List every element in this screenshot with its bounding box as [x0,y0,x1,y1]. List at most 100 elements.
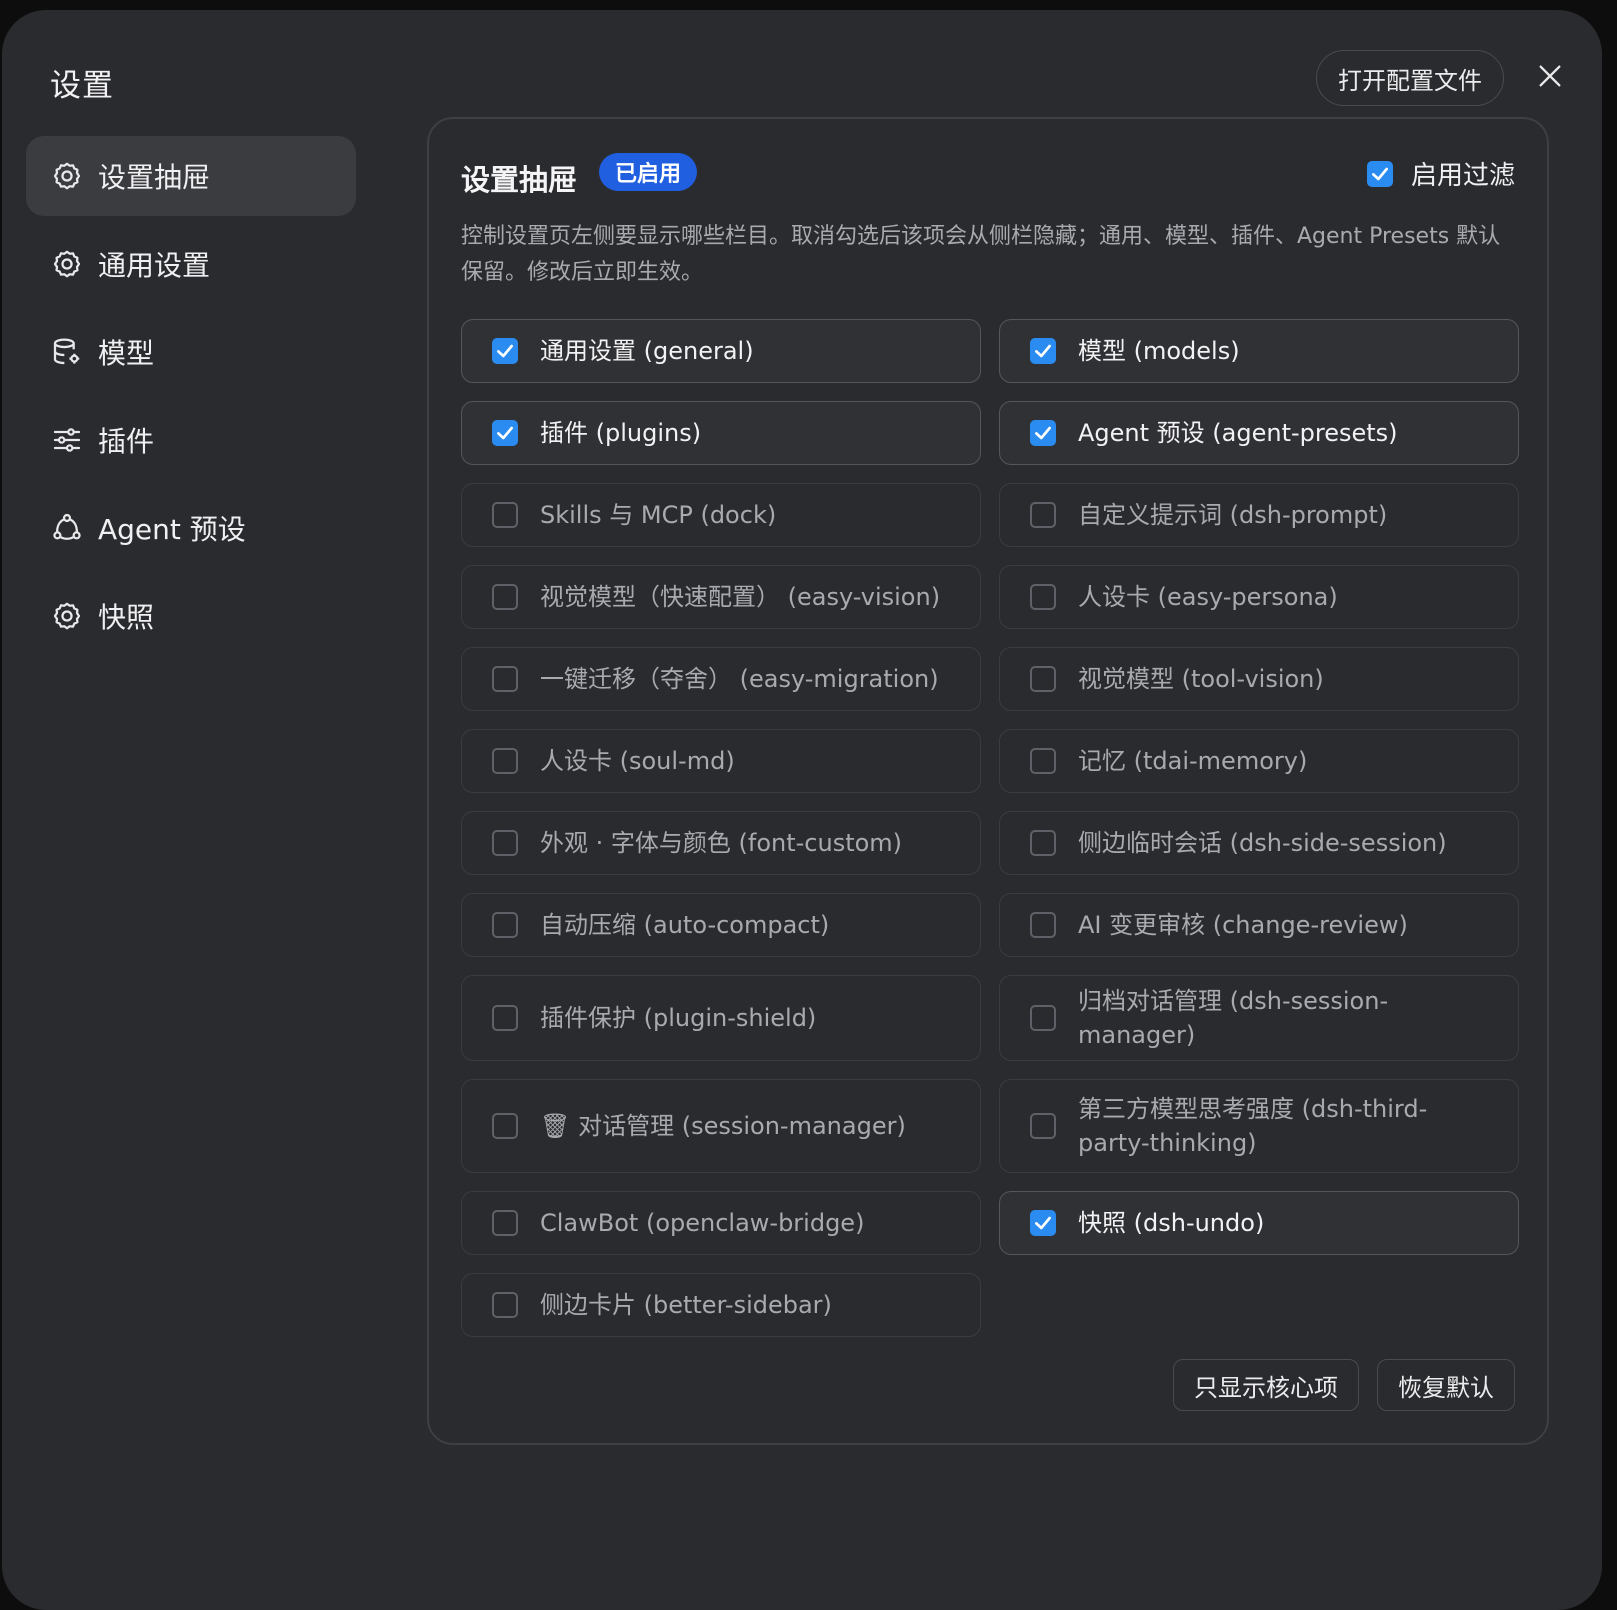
enable-filter-label: 启用过滤 [1410,161,1515,191]
option-checkbox[interactable] [492,1292,518,1318]
option-label: 人设卡 (soul-md) [540,747,735,775]
option-item[interactable]: 侧边卡片 (better-sidebar) [461,1273,981,1337]
option-item[interactable]: 人设卡 (easy-persona) [999,565,1519,629]
option-item[interactable]: 自动压缩 (auto-compact) [461,893,981,957]
reset-default-button[interactable]: 恢复默认 [1377,1359,1515,1411]
option-item[interactable]: 侧边临时会话 (dsh-side-session) [999,811,1519,875]
option-item[interactable]: 通用设置 (general) [461,319,981,383]
option-item[interactable]: 人设卡 (soul-md) [461,729,981,793]
settings-drawer-panel: 设置抽屉 已启用 启用过滤 控制设置页左侧要显示哪些栏目。取消勾选后该项会从侧栏… [427,117,1549,1445]
option-checkbox[interactable] [1030,1005,1056,1031]
option-checkbox[interactable] [492,912,518,938]
sidebar-item-3[interactable]: 插件 [26,400,356,480]
option-item[interactable]: ClawBot (openclaw-bridge) [461,1191,981,1255]
database-gear-icon [50,335,84,369]
option-item[interactable]: 模型 (models) [999,319,1519,383]
option-item[interactable]: 外观 · 字体与颜色 (font-custom) [461,811,981,875]
sidebar-item-label: 模型 [98,337,155,370]
gear-icon [50,247,84,281]
option-label: ClawBot (openclaw-bridge) [540,1209,865,1237]
option-item[interactable]: 第三方模型思考强度 (dsh-third-party-thinking) [999,1079,1519,1173]
option-checkbox[interactable] [1030,338,1056,364]
option-checkbox[interactable] [1030,1210,1056,1236]
sidebar-item-label: 设置抽屉 [98,161,211,194]
option-label: 外观 · 字体与颜色 (font-custom) [540,829,903,857]
option-checkbox[interactable] [492,748,518,774]
option-checkbox[interactable] [492,1210,518,1236]
option-label: 归档对话管理 (dsh-session-manager) [1078,987,1389,1049]
option-checkbox[interactable] [1030,420,1056,446]
close-button[interactable] [1530,56,1570,96]
option-label: 视觉模型 (tool-vision) [1078,665,1324,693]
option-item[interactable]: 视觉模型（快速配置） (easy-vision) [461,565,981,629]
option-checkbox[interactable] [1030,748,1056,774]
open-config-button[interactable]: 打开配置文件 [1316,50,1504,106]
sidebar-item-label: 通用设置 [98,249,211,282]
enable-filter-checkbox[interactable] [1366,160,1393,187]
option-checkbox[interactable] [492,502,518,528]
option-label: 自动压缩 (auto-compact) [540,911,830,939]
option-item[interactable]: 自定义提示词 (dsh-prompt) [999,483,1519,547]
option-label: 侧边卡片 (better-sidebar) [540,1291,832,1319]
core-only-button[interactable]: 只显示核心项 [1173,1359,1359,1411]
option-checkbox[interactable] [492,666,518,692]
option-checkbox[interactable] [1030,502,1056,528]
option-label: 第三方模型思考强度 (dsh-third-party-thinking) [1078,1095,1428,1157]
check-icon [1035,426,1051,440]
option-label: 快照 (dsh-undo) [1078,1209,1265,1237]
option-checkbox[interactable] [492,1113,518,1139]
option-label: 视觉模型（快速配置） (easy-vision) [540,583,941,611]
options-grid: 通用设置 (general) 模型 (models) 插件 (plugins) Age… [461,319,1523,1337]
panel-description: 控制设置页左侧要显示哪些栏目。取消勾选后该项会从侧栏隐藏；通用、模型、插件、Ag… [461,224,1501,285]
sidebar-item-1[interactable]: 通用设置 [26,224,356,304]
sidebar-item-0[interactable]: 设置抽屉 [26,136,356,216]
gear-icon [50,159,84,193]
option-item[interactable]: AI 变更审核 (change-review) [999,893,1519,957]
option-item[interactable]: 🗑 对话管理 (session-manager) [461,1079,981,1173]
status-badge: 已启用 [599,153,698,191]
option-label: 模型 (models) [1078,337,1240,365]
option-item[interactable]: 一键迁移（夺舍） (easy-migration) [461,647,981,711]
panel-footer: 只显示核心项 恢复默认 [1173,1359,1515,1411]
gear-icon [50,599,84,633]
option-label: 记忆 (tdai-memory) [1078,747,1308,775]
check-icon [497,426,513,440]
sidebar-item-5[interactable]: 快照 [26,576,356,656]
option-checkbox[interactable] [1030,584,1056,610]
enable-filter-toggle[interactable]: 启用过滤 [1366,155,1515,192]
option-item[interactable]: Agent 预设 (agent-presets) [999,401,1519,465]
sidebar-item-2[interactable]: 模型 [26,312,356,392]
option-item[interactable]: 记忆 (tdai-memory) [999,729,1519,793]
option-label: 通用设置 (general) [540,337,754,365]
check-icon [1035,344,1051,358]
background-edge [1602,0,1617,1590]
option-item[interactable]: 视觉模型 (tool-vision) [999,647,1519,711]
option-label: 插件 (plugins) [540,419,702,447]
option-checkbox[interactable] [492,830,518,856]
option-item[interactable]: 插件 (plugins) [461,401,981,465]
option-item[interactable]: 归档对话管理 (dsh-session-manager) [999,975,1519,1061]
sidebar-item-4[interactable]: Agent 预设 [26,488,356,568]
close-icon [1539,65,1561,87]
option-item[interactable]: 插件保护 (plugin-shield) [461,975,981,1061]
sidebar: 设置抽屉通用设置模型插件 Agent 预设快照 [26,136,356,664]
option-checkbox[interactable] [1030,912,1056,938]
option-checkbox[interactable] [492,584,518,610]
option-checkbox[interactable] [492,338,518,364]
option-checkbox[interactable] [1030,1113,1056,1139]
option-label: 侧边临时会话 (dsh-side-session) [1078,829,1447,857]
option-item[interactable]: Skills 与 MCP (dock) [461,483,981,547]
option-label: 🗑 对话管理 (session-manager) [540,1112,906,1140]
agent-cycle-icon [50,511,84,545]
option-label: Skills 与 MCP (dock) [540,501,777,529]
option-checkbox[interactable] [492,1005,518,1031]
sidebar-item-label: Agent 预设 [98,513,246,546]
option-label: AI 变更审核 (change-review) [1078,911,1408,939]
check-icon [1035,1216,1051,1230]
option-checkbox[interactable] [1030,666,1056,692]
option-item[interactable]: 快照 (dsh-undo) [999,1191,1519,1255]
panel-title: 设置抽屉 [461,163,578,197]
option-checkbox[interactable] [492,420,518,446]
option-checkbox[interactable] [1030,830,1056,856]
option-label: 人设卡 (easy-persona) [1078,583,1338,611]
